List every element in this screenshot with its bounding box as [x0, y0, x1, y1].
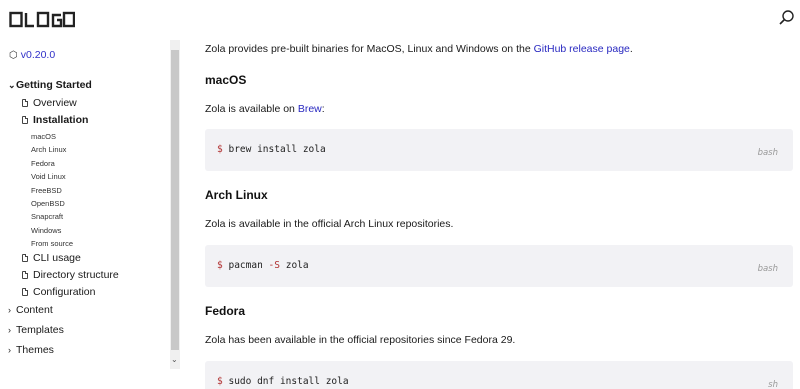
code-command: $ sudo dnf install zola	[217, 376, 349, 387]
macos-suffix: :	[321, 103, 325, 115]
chevron-right-icon: ›	[8, 325, 11, 335]
heading-macos: macOS	[205, 73, 247, 87]
shell-prompt: $	[217, 260, 223, 271]
command-flag: -S	[268, 260, 280, 271]
item-label: CLI usage	[33, 252, 81, 264]
section-label: Getting Started	[16, 79, 92, 91]
shell-prompt: $	[217, 376, 223, 387]
code-language-label: sh	[768, 380, 778, 389]
sidebar-subitem-arch-linux[interactable]: Arch Linux	[31, 145, 66, 154]
code-language-label: bash	[757, 148, 778, 158]
sidebar-subitem-macos[interactable]: macOS	[31, 132, 56, 141]
sidebar-subitem-from-source[interactable]: From source	[31, 239, 73, 248]
subitem-label: From source	[31, 239, 74, 248]
code-command: $ pacman -S zola	[217, 260, 309, 271]
chevron-down-icon: ⌄	[8, 79, 16, 90]
section-label: Themes	[16, 344, 54, 356]
item-label: Installation	[33, 114, 89, 126]
sidebar-section-templates[interactable]: › Templates	[8, 324, 64, 336]
search-icon	[779, 10, 794, 25]
fedora-paragraph: Zola has been available in the official …	[205, 334, 516, 346]
sidebar-item-configuration[interactable]: Configuration	[22, 286, 95, 298]
macos-paragraph: Zola is available on Brew:	[205, 103, 325, 115]
sidebar-scrollbar[interactable]	[170, 40, 180, 369]
github-release-link[interactable]: GitHub release page	[534, 43, 630, 55]
arch-paragraph: Zola is available in the official Arch L…	[205, 218, 454, 230]
subitem-label: Windows	[31, 226, 62, 235]
command-text: pacman	[228, 260, 263, 271]
subitem-label: Fedora	[31, 159, 55, 168]
page-icon	[22, 271, 28, 279]
sidebar-item-installation[interactable]: Installation	[22, 114, 88, 126]
code-block-fedora[interactable]: $ sudo dnf install zola sh	[205, 361, 793, 389]
sidebar-subitem-snapcraft[interactable]: Snapcraft	[31, 212, 63, 221]
sidebar-item-directory-structure[interactable]: Directory structure	[22, 269, 119, 281]
sidebar-subitem-windows[interactable]: Windows	[31, 226, 61, 235]
code-block-arch[interactable]: $ pacman -S zola bash	[205, 245, 793, 287]
sidebar-item-cli-usage[interactable]: CLI usage	[22, 252, 81, 264]
sidebar-subitem-freebsd[interactable]: FreeBSD	[31, 186, 62, 195]
brew-link[interactable]: Brew	[298, 103, 322, 115]
code-language-label: bash	[757, 264, 778, 274]
shell-prompt: $	[217, 144, 223, 155]
version-label: v0.20.0	[20, 49, 56, 61]
sidebar-subitem-openbsd[interactable]: OpenBSD	[31, 199, 65, 208]
scroll-down-icon[interactable]: ⌄	[171, 355, 178, 364]
command-text: brew install zola	[228, 144, 326, 155]
search-button[interactable]	[777, 8, 797, 28]
version-link[interactable]: ⬡ v0.20.0	[9, 49, 55, 61]
sidebar-subitem-fedora[interactable]: Fedora	[31, 159, 55, 168]
package-icon: ⬡	[9, 49, 18, 61]
logo[interactable]	[9, 10, 75, 30]
subitem-label: Snapcraft	[31, 212, 64, 221]
code-command: $ brew install zola	[217, 144, 326, 155]
sidebar-item-overview[interactable]: Overview	[22, 97, 77, 109]
page-icon	[22, 99, 28, 107]
intro-suffix: .	[629, 43, 633, 55]
macos-text: Zola is available on	[205, 103, 298, 115]
chevron-right-icon: ›	[8, 345, 11, 355]
subitem-label: Arch Linux	[31, 145, 67, 154]
page-icon	[22, 288, 28, 296]
scrollbar-thumb[interactable]	[171, 50, 179, 350]
sidebar-section-getting-started[interactable]: ⌄ Getting Started	[8, 79, 92, 91]
command-text: sudo dnf install zola	[228, 376, 349, 387]
heading-arch-linux: Arch Linux	[205, 188, 268, 202]
intro-paragraph: Zola provides pre-built binaries for Mac…	[205, 43, 633, 55]
item-label: Overview	[33, 97, 77, 109]
subitem-label: Void Linux	[31, 172, 66, 181]
subitem-label: OpenBSD	[31, 199, 65, 208]
logo-mark	[9, 11, 75, 28]
page-icon	[22, 116, 28, 124]
item-label: Directory structure	[33, 269, 119, 281]
sidebar-subitem-void-linux[interactable]: Void Linux	[31, 172, 66, 181]
command-arg: zola	[285, 260, 309, 271]
sidebar-section-content[interactable]: › Content	[8, 304, 53, 316]
page-icon	[22, 254, 28, 262]
item-label: Configuration	[33, 286, 96, 298]
subitem-label: FreeBSD	[31, 186, 62, 195]
code-block-macos[interactable]: $ brew install zola bash	[205, 129, 793, 171]
sidebar: ⬡ v0.20.0 ⌄ Getting Started Overview Ins…	[0, 40, 180, 389]
section-label: Templates	[16, 324, 64, 336]
subitem-label: macOS	[31, 132, 57, 141]
heading-fedora: Fedora	[205, 304, 246, 318]
sidebar-section-themes[interactable]: › Themes	[8, 344, 54, 356]
chevron-right-icon: ›	[8, 305, 11, 315]
intro-text: Zola provides pre-built binaries for Mac…	[205, 43, 534, 55]
section-label: Content	[16, 304, 53, 316]
